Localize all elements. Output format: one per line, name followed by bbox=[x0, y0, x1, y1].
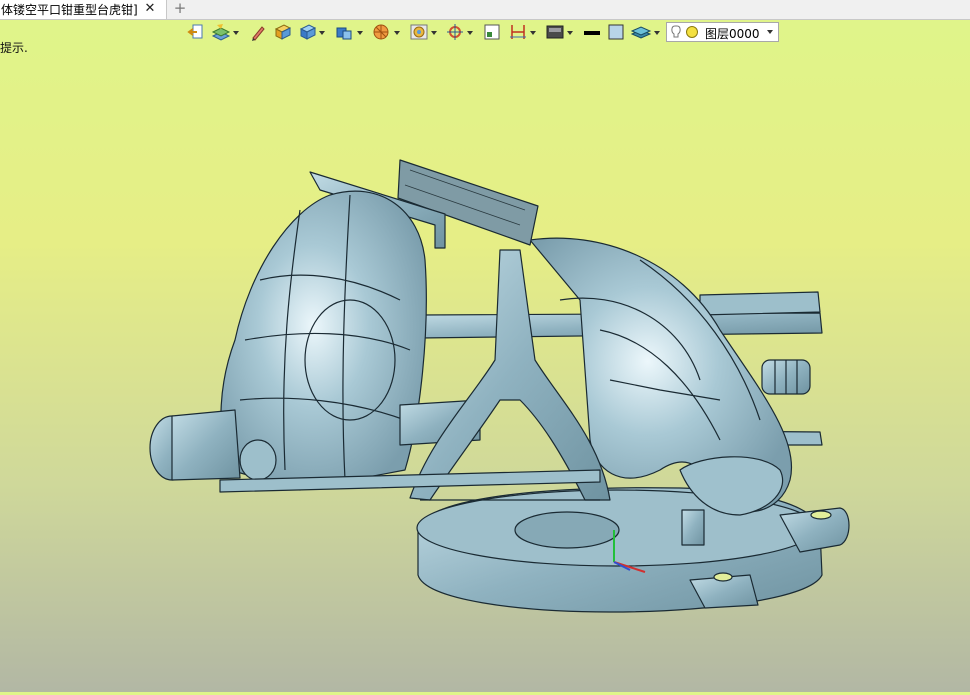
bulb-icon[interactable] bbox=[670, 24, 702, 40]
dimension-icon[interactable] bbox=[508, 22, 528, 44]
document-tab[interactable]: 体镂空平口钳重型台虎钳] ✕ bbox=[0, 0, 167, 19]
render-style-dropdown-icon[interactable] bbox=[394, 31, 400, 35]
solid-box-icon[interactable] bbox=[273, 22, 293, 44]
layer-select-value: 图层0000 bbox=[705, 27, 760, 41]
pen-icon[interactable] bbox=[249, 22, 267, 44]
render-style-icon[interactable] bbox=[371, 22, 391, 44]
material-dropdown-icon[interactable] bbox=[431, 31, 437, 35]
dimension-dropdown-icon[interactable] bbox=[530, 31, 536, 35]
add-tab-icon[interactable]: + bbox=[172, 0, 188, 19]
vise-model-render bbox=[149, 159, 850, 613]
snap-icon[interactable] bbox=[445, 22, 465, 44]
color-swatch-icon[interactable] bbox=[606, 22, 626, 44]
close-tab-icon[interactable]: ✕ bbox=[142, 0, 158, 19]
display-mode-icon[interactable] bbox=[334, 22, 354, 44]
layer-tools-dropdown-icon[interactable] bbox=[233, 31, 239, 35]
layer-select[interactable]: 图层0000 bbox=[666, 22, 779, 42]
3d-viewport[interactable] bbox=[0, 46, 970, 692]
display-mode-dropdown-icon[interactable] bbox=[357, 31, 363, 35]
document-tab-title: 体镂空平口钳重型台虎钳] bbox=[1, 3, 138, 17]
cube-view-dropdown-icon[interactable] bbox=[319, 31, 325, 35]
cube-view-icon[interactable] bbox=[298, 22, 318, 44]
document-tab-bar: 体镂空平口钳重型台虎钳] ✕ + bbox=[0, 0, 970, 20]
line-style-icon[interactable] bbox=[582, 22, 602, 44]
layer-tools-icon[interactable] bbox=[211, 22, 231, 44]
background-icon[interactable] bbox=[545, 22, 565, 44]
exit-icon[interactable] bbox=[187, 22, 205, 44]
view-toolbar bbox=[0, 20, 970, 46]
select-filter-icon[interactable] bbox=[482, 22, 502, 44]
layer-stack-icon[interactable] bbox=[630, 22, 652, 44]
snap-dropdown-icon[interactable] bbox=[467, 31, 473, 35]
layer-stack-dropdown-icon[interactable] bbox=[654, 31, 660, 35]
material-icon[interactable] bbox=[409, 22, 429, 44]
background-dropdown-icon[interactable] bbox=[567, 31, 573, 35]
chevron-down-icon[interactable] bbox=[767, 30, 773, 34]
